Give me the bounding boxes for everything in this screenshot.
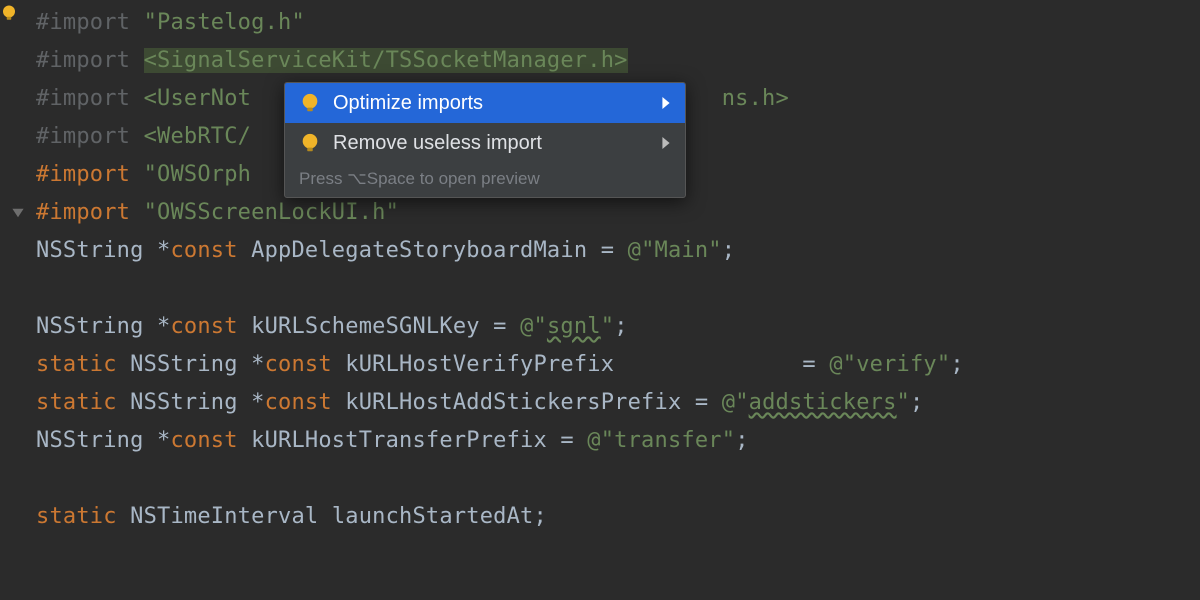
code-line[interactable]: #import "Pastelog.h" (36, 4, 1200, 42)
code-line[interactable]: static NSString *const kURLHostVerifyPre… (36, 346, 1200, 384)
code-line[interactable]: static NSTimeInterval launchStartedAt; (36, 498, 1200, 536)
lightbulb-icon (299, 92, 321, 114)
menu-item-label: Remove useless import (333, 132, 542, 155)
menu-item-label: Optimize imports (333, 92, 483, 115)
menu-item-optimize-imports[interactable]: Optimize imports (285, 83, 685, 123)
fold-icon[interactable] (0, 194, 36, 232)
lightbulb-icon (299, 132, 321, 154)
code-line[interactable] (36, 270, 1200, 308)
menu-hint: Press ⌥Space to open preview (285, 163, 685, 197)
code-line[interactable]: NSString *const AppDelegateStoryboardMai… (36, 232, 1200, 270)
code-line[interactable]: #import <SignalServiceKit/TSSocketManage… (36, 42, 1200, 80)
code-line[interactable]: static NSString *const kURLHostAddSticke… (36, 384, 1200, 422)
code-line[interactable]: #import "OWSScreenLockUI.h" (36, 194, 1200, 232)
menu-item-remove-useless-import[interactable]: Remove useless import (285, 123, 685, 163)
code-editor[interactable]: #import "Pastelog.h"#import <SignalServi… (0, 0, 1200, 536)
submenu-arrow-icon (661, 97, 671, 109)
code-line[interactable]: NSString *const kURLHostTransferPrefix =… (36, 422, 1200, 460)
intention-actions-menu: Optimize imports Remove useless import P… (284, 82, 686, 198)
code-line[interactable] (36, 460, 1200, 498)
code-line[interactable]: NSString *const kURLSchemeSGNLKey = @"sg… (36, 308, 1200, 346)
submenu-arrow-icon (661, 137, 671, 149)
lightbulb-icon[interactable] (0, 4, 18, 22)
